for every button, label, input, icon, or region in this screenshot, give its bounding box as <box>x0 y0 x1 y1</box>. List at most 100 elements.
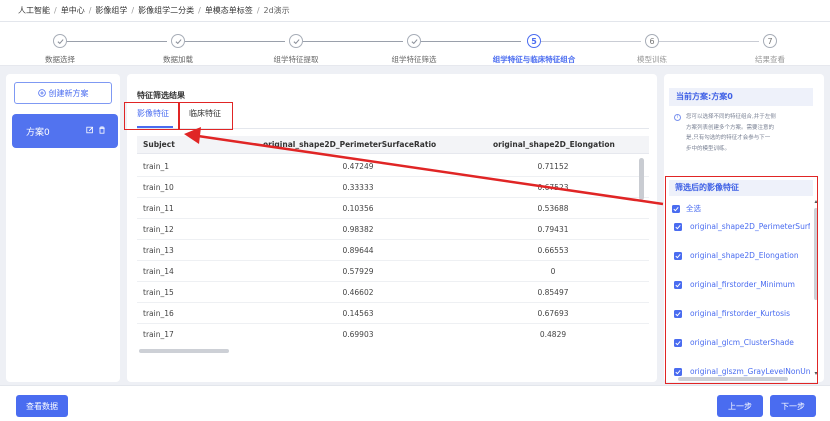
step-4-check-icon[interactable] <box>407 34 421 48</box>
cell-subject: train_10 <box>143 183 174 192</box>
create-scheme-label: 创建新方案 <box>48 88 89 98</box>
table-vertical-scrollbar[interactable] <box>639 158 644 200</box>
cell-subject: train_13 <box>143 246 174 255</box>
workflow-stepper: 5 6 7 数据选择 数据加载 组学特征提取 组学特征筛选 组学特征与临床特征组… <box>0 22 830 66</box>
cell-value: 0.85497 <box>537 288 569 297</box>
info-line: 方案列表创建多个方案。需要注意的 <box>686 124 775 131</box>
cell-value: 0.14563 <box>342 309 374 318</box>
view-data-button[interactable]: 查看数据 <box>16 395 68 417</box>
table-row[interactable]: train_13 0.89644 0.66553 <box>137 240 649 261</box>
edit-icon[interactable] <box>86 126 94 134</box>
plus-circle-icon <box>37 89 46 97</box>
table-row[interactable]: train_16 0.14563 0.67693 <box>137 303 649 324</box>
cell-value: 0.47249 <box>342 162 374 171</box>
cell-subject: train_12 <box>143 225 174 234</box>
feature-results-panel: 特征筛选结果 影像特征 临床特征 Subject original_shape2… <box>124 74 657 382</box>
next-step-button[interactable]: 下一步 <box>770 395 816 417</box>
table-row[interactable]: train_17 0.69903 0.4829 <box>137 324 649 345</box>
breadcrumb-separator: / <box>88 6 92 15</box>
cell-value: 0.10356 <box>342 204 374 213</box>
section-title: 特征筛选结果 <box>137 91 185 100</box>
table-row[interactable]: train_12 0.98382 0.79431 <box>137 219 649 240</box>
step-connector <box>303 41 403 42</box>
breadcrumb-separator: / <box>131 6 135 15</box>
cell-subject: train_17 <box>143 330 174 339</box>
feature-selection-panel: 当前方案:方案0 i 您可以选择不同的特征组合,并于左侧 方案列表创建多个方案。… <box>664 74 824 384</box>
cell-subject: train_14 <box>143 267 174 276</box>
step-6-label: 模型训练 <box>637 55 667 64</box>
cell-value: 0.98382 <box>342 225 374 234</box>
table-header: Subject original_shape2D_PerimeterSurfac… <box>137 136 649 154</box>
step-connector <box>421 41 521 42</box>
info-text: 您可以选择不同的特征组合,并于左侧 方案列表创建多个方案。需要注意的 是,只有勾… <box>686 112 812 154</box>
step-2-label: 数据加载 <box>163 55 193 64</box>
cell-value: 0.69903 <box>342 330 374 339</box>
table-row[interactable]: train_10 0.33333 0.67523 <box>137 177 649 198</box>
step-connector <box>659 41 759 42</box>
table-row[interactable]: train_1 0.47249 0.71152 <box>137 156 649 177</box>
info-line: 是,只有勾选的的特征才会参与下一 <box>686 135 771 141</box>
cell-value: 0.33333 <box>342 183 374 192</box>
column-header-perimeter-surface-ratio[interactable]: original_shape2D_PerimeterSurfaceRatio <box>263 136 436 154</box>
action-bar: 查看数据 上一步 下一步 <box>0 385 830 421</box>
cell-value: 0.4829 <box>539 330 567 339</box>
cell-value: 0.53688 <box>537 204 569 213</box>
step-connector <box>185 41 285 42</box>
breadcrumb-item[interactable]: 影像组学二分类 <box>138 5 194 16</box>
create-scheme-button[interactable]: 创建新方案 <box>14 82 112 104</box>
step-5-label: 组学特征与临床特征组合 <box>492 55 576 64</box>
column-header-elongation[interactable]: original_shape2D_Elongation <box>493 136 615 154</box>
cell-value: 0.66553 <box>537 246 569 255</box>
breadcrumb-separator: / <box>198 6 201 15</box>
step-6-node[interactable]: 6 <box>645 34 659 48</box>
cell-value: 0.67523 <box>537 183 569 192</box>
cell-value: 0.89644 <box>342 246 374 255</box>
scheme-item[interactable]: 方案0 <box>12 114 118 148</box>
breadcrumb-item[interactable]: 单模态单标签 <box>205 5 253 16</box>
scheme-panel: 创建新方案 方案0 <box>6 74 120 382</box>
cell-value: 0.67693 <box>537 309 569 318</box>
cell-value: 0.79431 <box>537 225 569 234</box>
cell-value: 0.57929 <box>342 267 374 276</box>
info-line: 步中的模型训练。 <box>686 145 731 152</box>
step-2-check-icon[interactable] <box>171 34 185 48</box>
info-icon: i <box>674 114 681 121</box>
annotation-box-filtered-features <box>665 176 818 384</box>
step-connector <box>541 41 641 42</box>
info-line: 您可以选择不同的特征组合,并于左侧 <box>686 114 776 120</box>
step-connector <box>67 41 167 42</box>
breadcrumb-separator: / <box>54 6 57 15</box>
cell-subject: train_1 <box>143 162 169 171</box>
cell-value: 0.71152 <box>537 162 569 171</box>
table-row[interactable]: train_15 0.46602 0.85497 <box>137 282 649 303</box>
cell-value: 0 <box>550 267 556 276</box>
step-3-label: 组学特征提取 <box>273 55 319 64</box>
scheme-name: 方案0 <box>26 127 50 138</box>
step-7-label: 结果查看 <box>755 55 785 64</box>
annotation-box-clinical-tab <box>179 102 233 130</box>
previous-step-button[interactable]: 上一步 <box>717 395 763 417</box>
cell-subject: train_16 <box>143 309 174 318</box>
current-scheme-title: 当前方案:方案0 <box>669 88 813 106</box>
cell-value: 0.46602 <box>342 288 374 297</box>
cell-subject: train_11 <box>143 204 174 213</box>
table-horizontal-scrollbar[interactable] <box>139 349 229 353</box>
breadcrumb-item[interactable]: 影像组学 <box>95 5 127 16</box>
breadcrumb-separator: / <box>256 6 260 15</box>
table-row[interactable]: train_14 0.57929 0 <box>137 261 649 282</box>
delete-icon[interactable] <box>98 126 106 134</box>
breadcrumb: 人工智能 / 单中心 / 影像组学 / 影像组学二分类 / 单模态单标签 / 2… <box>0 0 830 22</box>
breadcrumb-current: 2d演示 <box>263 6 290 15</box>
step-4-label: 组学特征筛选 <box>391 55 437 64</box>
step-3-check-icon[interactable] <box>289 34 303 48</box>
step-1-check-icon[interactable] <box>53 34 67 48</box>
step-1-label: 数据选择 <box>45 55 75 64</box>
column-header-subject[interactable]: Subject <box>143 136 175 154</box>
breadcrumb-item[interactable]: 单中心 <box>61 5 85 16</box>
table-row[interactable]: train_11 0.10356 0.53688 <box>137 198 649 219</box>
step-5-node[interactable]: 5 <box>527 34 541 48</box>
cell-subject: train_15 <box>143 288 174 297</box>
step-7-node[interactable]: 7 <box>763 34 777 48</box>
annotation-box-imaging-tab <box>124 102 179 130</box>
breadcrumb-item[interactable]: 人工智能 <box>18 5 50 16</box>
